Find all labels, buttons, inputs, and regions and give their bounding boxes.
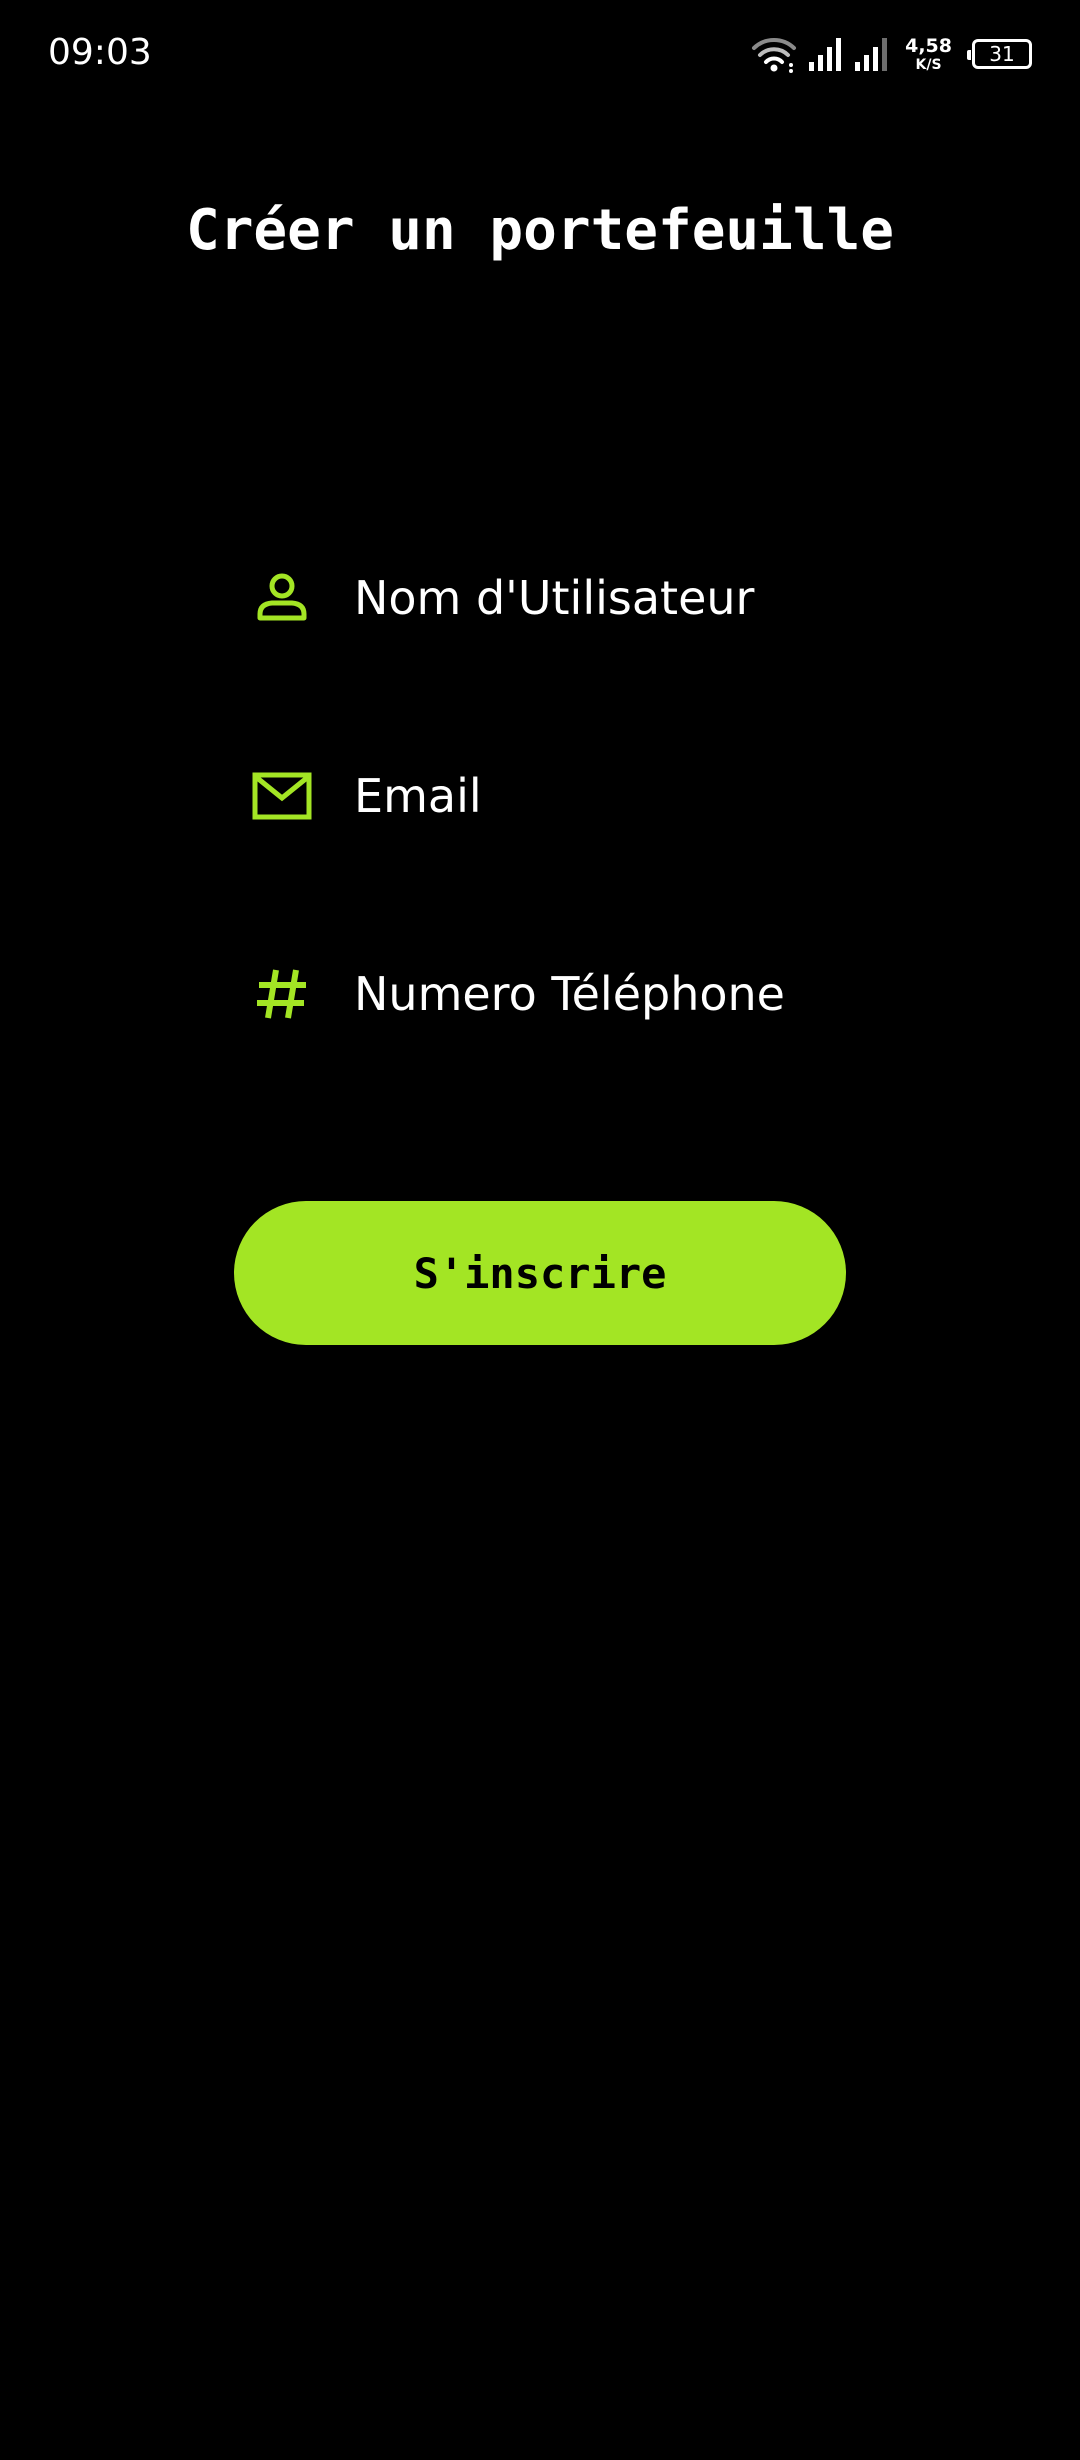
signal-icon-sim1 [807, 36, 843, 72]
person-icon [250, 566, 314, 630]
hash-icon [250, 962, 314, 1026]
phone-placeholder: Numero Téléphone [354, 967, 785, 1021]
email-field[interactable]: Email [250, 756, 870, 836]
network-speed-value: 4,58 [905, 34, 952, 57]
username-field[interactable]: Nom d'Utilisateur [250, 558, 870, 638]
status-icons: 4,58 K/S 31 [751, 32, 1032, 76]
network-speed-unit: K/S [915, 56, 942, 73]
username-placeholder: Nom d'Utilisateur [354, 571, 755, 625]
status-time: 09:03 [48, 32, 152, 73]
mail-icon [250, 764, 314, 828]
wifi-icon [751, 35, 797, 73]
network-speed: 4,58 K/S [905, 34, 952, 73]
signup-button[interactable]: S'inscrire [234, 1201, 846, 1345]
signal-icon-sim2 [853, 36, 889, 72]
battery-level: 31 [989, 42, 1015, 66]
email-placeholder: Email [354, 769, 482, 823]
phone-field[interactable]: Numero Téléphone [250, 954, 870, 1034]
battery-icon: 31 [967, 39, 1032, 69]
status-bar: 09:03 4,58 K/S 31 [0, 0, 1080, 110]
page-title: Créer un portefeuille [185, 198, 894, 263]
